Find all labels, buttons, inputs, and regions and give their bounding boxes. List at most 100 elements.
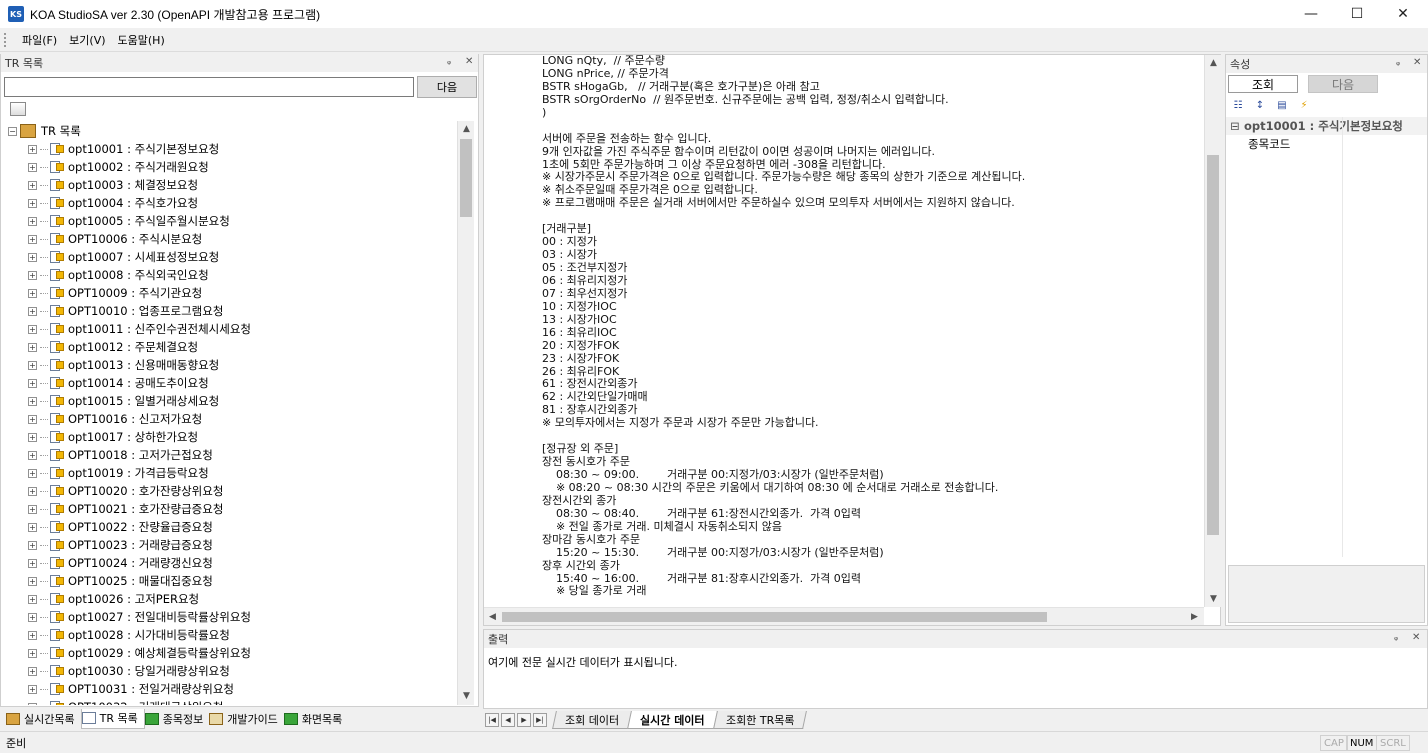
close-icon[interactable]: ✕ xyxy=(1412,632,1420,643)
scroll-up-icon[interactable]: ▲ xyxy=(1205,55,1222,71)
scroll-right-icon[interactable]: ▶ xyxy=(1186,609,1203,625)
expand-icon[interactable]: + xyxy=(28,540,37,550)
pin-icon[interactable]: ᵩ xyxy=(447,56,451,67)
expand-icon[interactable]: + xyxy=(28,702,37,705)
tree-item[interactable]: + opt10011 : 신주인수권전체시세요청 xyxy=(28,320,251,338)
document-hscrollbar[interactable]: ◀ ▶ xyxy=(484,607,1204,625)
expand-icon[interactable]: + xyxy=(28,198,37,208)
tree-item[interactable]: + opt10019 : 가격급등락요청 xyxy=(28,464,209,482)
close-icon[interactable]: ✕ xyxy=(465,56,473,67)
expand-icon[interactable]: + xyxy=(28,576,37,586)
close-icon[interactable]: ✕ xyxy=(1413,57,1421,68)
expand-icon[interactable]: + xyxy=(28,684,37,694)
expand-icon[interactable]: + xyxy=(28,144,37,154)
tab-screen-list[interactable]: 화면목록 xyxy=(283,709,348,729)
scroll-down-icon[interactable]: ▼ xyxy=(458,688,475,704)
scrollbar-thumb[interactable] xyxy=(460,139,472,217)
next-button[interactable]: 다음 xyxy=(417,76,477,98)
tree-item[interactable]: + opt10015 : 일별거래상세요청 xyxy=(28,392,219,410)
expand-icon[interactable]: + xyxy=(28,306,37,316)
tree-item[interactable]: + opt10003 : 체결정보요청 xyxy=(28,176,198,194)
tab-realtime-list[interactable]: 실시간목록 xyxy=(6,709,81,729)
tree-item[interactable]: + OPT10031 : 전일거래량상위요청 xyxy=(28,680,234,698)
expand-icon[interactable]: + xyxy=(28,468,37,478)
scroll-up-icon[interactable]: ▲ xyxy=(458,121,475,137)
expand-icon[interactable]: + xyxy=(28,234,37,244)
tr-search-input[interactable] xyxy=(4,77,414,97)
menu-view[interactable]: 보기(V) xyxy=(63,32,111,48)
tab-realtime-data[interactable]: 실시간 데이터 xyxy=(627,710,718,729)
tree-item[interactable]: + opt10012 : 주문체결요청 xyxy=(28,338,198,356)
expand-icon[interactable]: + xyxy=(28,270,37,280)
expand-icon[interactable]: + xyxy=(28,504,37,514)
tree-item[interactable]: + opt10013 : 신용매매동향요청 xyxy=(28,356,219,374)
tree-scrollbar[interactable]: ▲ ▼ xyxy=(457,121,474,705)
tree-item[interactable]: + opt10002 : 주식거래원요청 xyxy=(28,158,209,176)
tree-item[interactable]: + OPT10022 : 잔량율급증요청 xyxy=(28,518,213,536)
query-tab[interactable]: 조회 xyxy=(1228,75,1298,93)
tree-item[interactable]: + OPT10010 : 업종프로그램요청 xyxy=(28,302,223,320)
expand-icon[interactable]: + xyxy=(28,630,37,640)
tree-item[interactable]: + opt10027 : 전일대비등락률상위요청 xyxy=(28,608,251,626)
next-tab-icon[interactable]: ▶ xyxy=(517,712,531,727)
tree-toolbar-icon[interactable] xyxy=(10,102,26,116)
tab-stock-info[interactable]: 종목정보 xyxy=(144,709,209,729)
tree-item[interactable]: + opt10026 : 고저PER요청 xyxy=(28,590,199,608)
collapse-icon[interactable]: − xyxy=(8,126,17,136)
maximize-button[interactable]: ☐ xyxy=(1334,0,1380,28)
tree-item[interactable]: + opt10030 : 당일거래량상위요청 xyxy=(28,662,230,680)
tree-item[interactable]: + opt10001 : 주식기본정보요청 xyxy=(28,140,219,158)
tree-item[interactable]: + opt10005 : 주식일주월시분요청 xyxy=(28,212,230,230)
prev-tab-icon[interactable]: ◀ xyxy=(501,712,515,727)
tree-item[interactable]: + OPT10016 : 신고저가요청 xyxy=(28,410,202,428)
pin-icon[interactable]: ᵩ xyxy=(1396,57,1400,68)
expand-icon[interactable]: + xyxy=(28,216,37,226)
expand-icon[interactable]: + xyxy=(28,486,37,496)
property-group[interactable]: ⊟ opt10001 : 주식기본정보요청 xyxy=(1226,117,1427,135)
last-tab-icon[interactable]: ▶| xyxy=(533,712,547,727)
expand-icon[interactable]: + xyxy=(28,162,37,172)
expand-icon[interactable]: + xyxy=(28,378,37,388)
expand-icon[interactable]: + xyxy=(28,612,37,622)
scroll-down-icon[interactable]: ▼ xyxy=(1205,591,1222,607)
tab-query-data[interactable]: 조회 데이터 xyxy=(552,710,633,729)
expand-icon[interactable]: + xyxy=(28,396,37,406)
close-button[interactable]: ✕ xyxy=(1380,0,1426,28)
properties-icon[interactable]: ▤ xyxy=(1274,97,1290,113)
expand-icon[interactable]: + xyxy=(28,558,37,568)
expand-icon[interactable]: + xyxy=(28,288,37,298)
expand-icon[interactable]: + xyxy=(28,180,37,190)
minimize-button[interactable]: — xyxy=(1288,0,1334,28)
scrollbar-thumb[interactable] xyxy=(1207,155,1219,535)
expand-icon[interactable]: + xyxy=(28,360,37,370)
categorized-icon[interactable]: ☷ xyxy=(1230,97,1246,113)
menu-file[interactable]: 파일(F) xyxy=(16,32,63,48)
collapse-icon[interactable]: ⊟ xyxy=(1226,119,1244,133)
sort-az-icon[interactable]: ↕ xyxy=(1252,97,1268,113)
expand-icon[interactable]: + xyxy=(28,324,37,334)
tree-item[interactable]: + OPT10021 : 호가잔량급증요청 xyxy=(28,500,223,518)
tree-item[interactable]: + OPT10025 : 매물대집중요청 xyxy=(28,572,213,590)
expand-icon[interactable]: + xyxy=(28,648,37,658)
expand-icon[interactable]: + xyxy=(28,666,37,676)
expand-icon[interactable]: + xyxy=(28,594,37,604)
next-tab[interactable]: 다음 xyxy=(1308,75,1378,93)
tree-item[interactable]: + OPT10006 : 주식시분요청 xyxy=(28,230,202,248)
menu-help[interactable]: 도움말(H) xyxy=(112,32,171,48)
tree-item[interactable]: + opt10007 : 시세표성정보요청 xyxy=(28,248,219,266)
pin-icon[interactable]: ᵩ xyxy=(1394,632,1398,643)
first-tab-icon[interactable]: |◀ xyxy=(485,712,499,727)
events-icon[interactable]: ⚡ xyxy=(1296,97,1312,113)
expand-icon[interactable]: + xyxy=(28,414,37,424)
scroll-left-icon[interactable]: ◀ xyxy=(484,609,501,625)
tree-item[interactable]: + OPT10032 : 거래대금상위요청 xyxy=(28,698,223,705)
tab-tr-list[interactable]: TR 목록 xyxy=(80,708,145,729)
tree-item[interactable]: + opt10029 : 예상체결등락률상위요청 xyxy=(28,644,251,662)
expand-icon[interactable]: + xyxy=(28,522,37,532)
expand-icon[interactable]: + xyxy=(28,252,37,262)
tab-dev-guide[interactable]: 개발가이드 xyxy=(209,709,284,729)
tree-item[interactable]: + opt10028 : 시가대비등락률요청 xyxy=(28,626,230,644)
scrollbar-thumb[interactable] xyxy=(502,612,1047,622)
expand-icon[interactable]: + xyxy=(28,450,37,460)
tree-item[interactable]: + opt10017 : 상하한가요청 xyxy=(28,428,198,446)
